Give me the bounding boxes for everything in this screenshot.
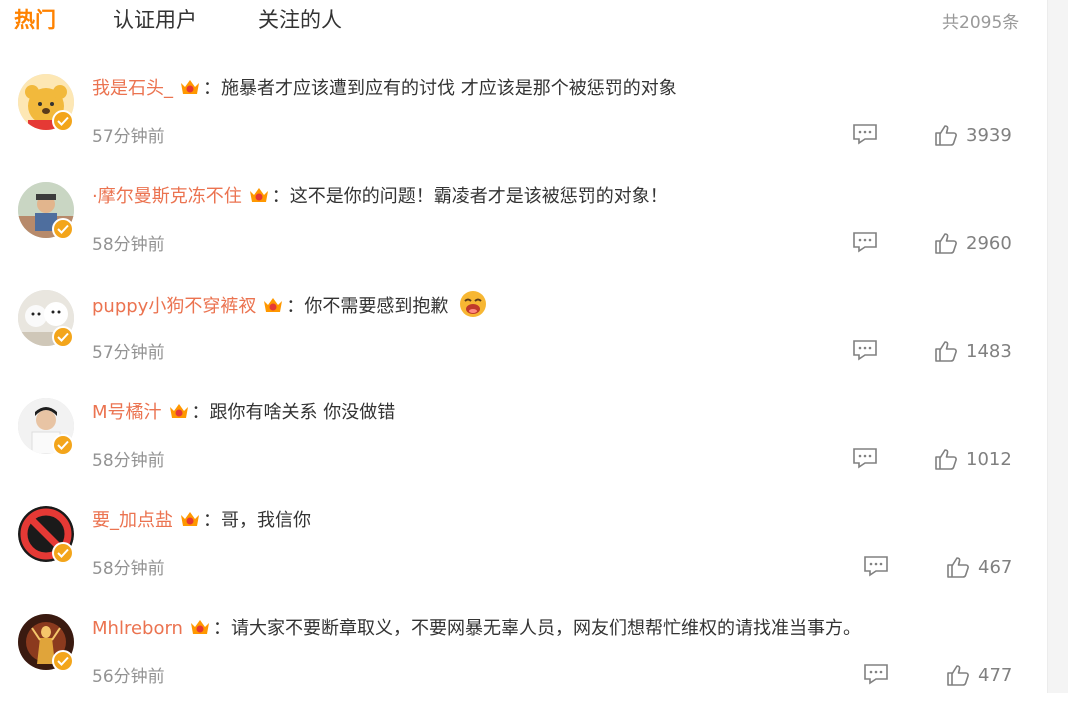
comment-item: M号橘汁 ：跟你有啥关系 你没做错 58分钟前 1012 — [0, 390, 1040, 498]
username[interactable]: M号橘汁 — [92, 402, 162, 423]
comment-item: 我是石头_ ：施暴者才应该遭到应有的讨伐 才应该是那个被惩罚的对象 57分钟前 3… — [0, 66, 1040, 174]
like-count: 467 — [978, 556, 1013, 578]
like-count: 477 — [978, 664, 1013, 686]
thumbs-up-icon — [935, 341, 957, 362]
username[interactable]: puppy小狗不穿裤衩 — [92, 296, 256, 317]
reply-icon[interactable] — [852, 339, 878, 361]
username[interactable]: 要_加点盐 — [92, 510, 173, 531]
verified-badge-icon — [52, 542, 74, 564]
like-button[interactable]: 1483 — [934, 338, 1012, 364]
member-crown-icon — [264, 298, 283, 312]
like-button[interactable]: 1012 — [934, 446, 1012, 472]
username[interactable]: 我是石头_ — [92, 78, 173, 99]
thumbs-up-icon — [947, 557, 969, 578]
reply-icon[interactable] — [863, 663, 889, 685]
scrollbar-track[interactable] — [1047, 0, 1068, 693]
separator: ： — [212, 618, 231, 639]
comment-item: ·摩尔曼斯克冻不住 ：这不是你的问题！霸凌者才是该被惩罚的对象！ 58分钟前 29… — [0, 174, 1040, 282]
member-crown-icon — [190, 620, 209, 634]
comment-time: 58分钟前 — [92, 451, 165, 471]
thumbs-up-icon — [935, 125, 957, 146]
member-crown-icon — [169, 404, 188, 418]
comment-time: 58分钟前 — [92, 235, 165, 255]
comment-text: 你不需要感到抱歉 — [304, 296, 449, 317]
tab-bar: 热门 认证用户 关注的人 共2095条 — [0, 0, 1040, 40]
comment-time: 57分钟前 — [92, 127, 165, 147]
verified-badge-icon — [52, 110, 74, 132]
total-count: 共2095条 — [942, 13, 1020, 33]
comment-text: 施暴者才应该遭到应有的讨伐 才应该是那个被惩罚的对象 — [221, 78, 677, 99]
crying-face-emoji — [460, 291, 487, 317]
comment-item: Mhlreborn ：请大家不要断章取义，不要网暴无辜人员，网友们想帮忙维权的请找… — [0, 606, 1040, 714]
member-crown-icon — [181, 80, 199, 94]
like-button[interactable]: 2960 — [934, 230, 1012, 256]
verified-badge-icon — [52, 650, 74, 672]
comment-item: puppy小狗不穿裤衩 ：你不需要感到抱歉 57分钟前 1483 — [0, 282, 1040, 390]
like-button[interactable]: 3939 — [934, 122, 1012, 148]
comment-text: 跟你有啥关系 你没做错 — [209, 402, 396, 423]
comment-text: 请大家不要断章取义，不要网暴无辜人员，网友们想帮忙维权的请找准当事方。 — [230, 618, 861, 639]
comment-time: 57分钟前 — [92, 343, 165, 363]
like-count: 2960 — [966, 232, 1012, 254]
thumbs-up-icon — [935, 449, 957, 470]
comment-text: 哥，我信你 — [221, 510, 311, 531]
reply-icon[interactable] — [852, 231, 878, 253]
username[interactable]: Mhlreborn — [92, 618, 183, 639]
reply-icon[interactable] — [852, 447, 878, 469]
reply-icon[interactable] — [863, 555, 889, 577]
like-button[interactable]: 477 — [946, 662, 1012, 688]
tab-verified-users[interactable]: 认证用户 — [113, 4, 197, 34]
separator: ： — [286, 296, 305, 317]
thumbs-up-icon — [947, 665, 969, 686]
like-count: 3939 — [966, 124, 1012, 146]
like-count: 1012 — [966, 448, 1012, 470]
verified-badge-icon — [52, 218, 74, 240]
comment-item: 要_加点盐 ：哥，我信你 58分钟前 467 — [0, 498, 1040, 606]
verified-badge-icon — [52, 326, 74, 348]
comment-time: 56分钟前 — [92, 667, 165, 687]
tab-hot[interactable]: 热门 — [14, 4, 56, 34]
username[interactable]: ·摩尔曼斯克冻不住 — [92, 186, 242, 207]
comment-time: 58分钟前 — [92, 559, 165, 579]
reply-icon[interactable] — [852, 123, 878, 145]
separator: ： — [271, 186, 290, 207]
separator: ： — [191, 402, 210, 423]
separator: ： — [203, 78, 221, 99]
like-button[interactable]: 467 — [946, 554, 1012, 580]
comment-text: 这不是你的问题！霸凌者才是该被惩罚的对象！ — [289, 186, 668, 207]
member-crown-icon — [181, 512, 199, 526]
thumbs-up-icon — [935, 233, 957, 254]
member-crown-icon — [249, 188, 268, 202]
like-count: 1483 — [966, 340, 1012, 362]
verified-badge-icon — [52, 434, 74, 456]
separator: ： — [203, 510, 221, 531]
tab-following[interactable]: 关注的人 — [258, 4, 342, 34]
